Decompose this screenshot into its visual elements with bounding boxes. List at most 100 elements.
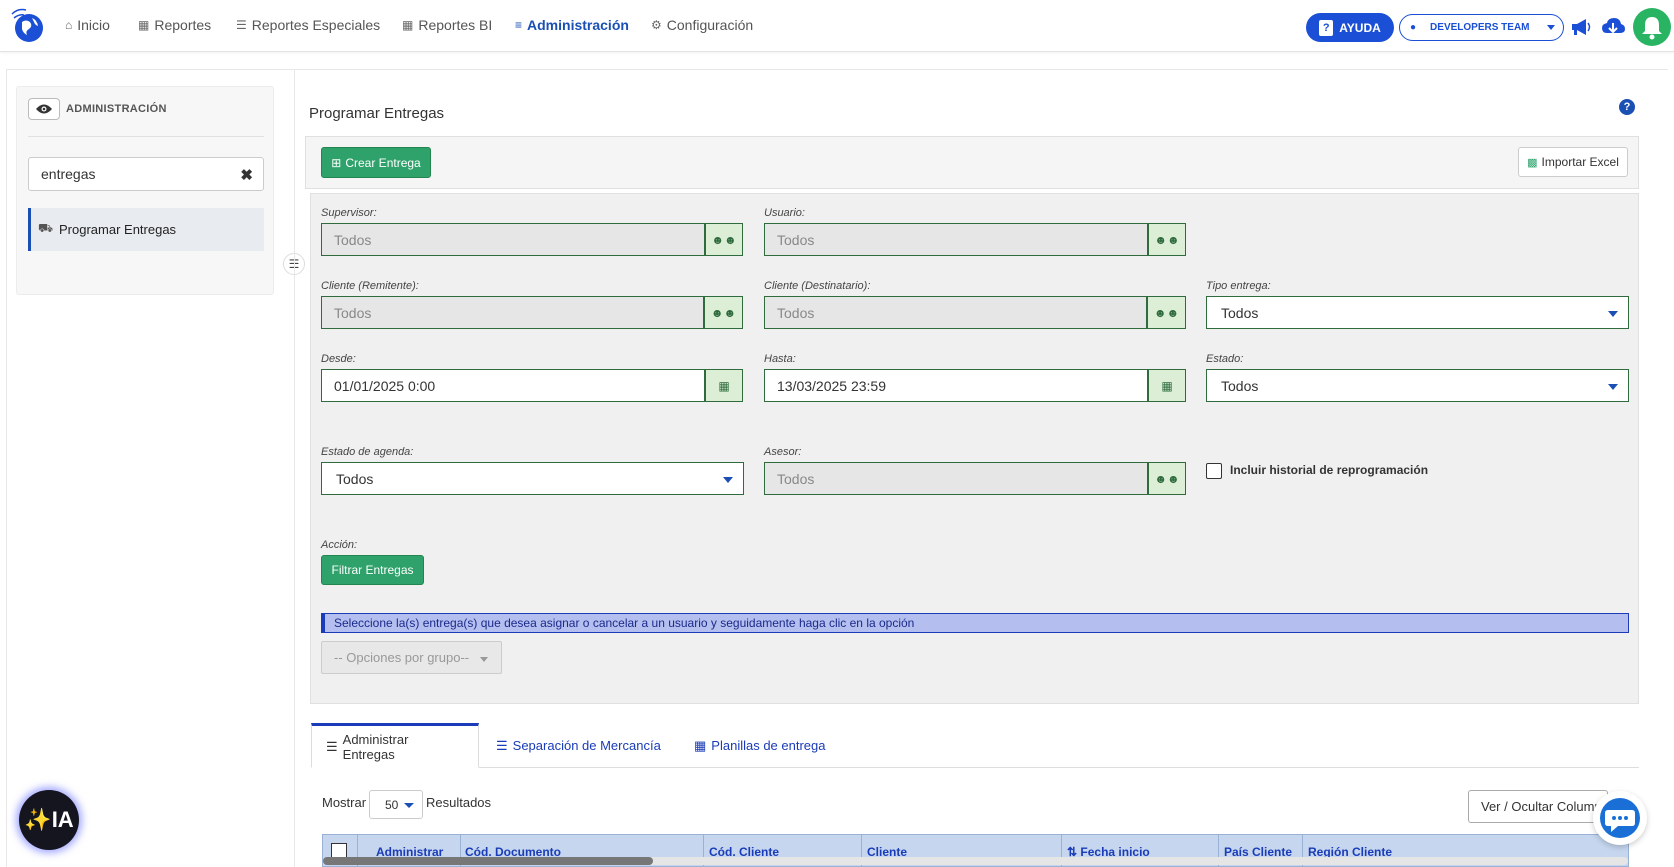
users-icon: ☻☻ [1154, 471, 1180, 486]
group-options-value: -- Opciones por grupo-- [334, 650, 470, 665]
nav-label: Inicio [77, 17, 110, 33]
hasta-input[interactable]: 13/03/2025 23:59 [764, 369, 1148, 402]
supervisor-value: Todos [334, 231, 372, 248]
estado-agenda-label: Estado de agenda: [321, 446, 414, 458]
help-circle-icon[interactable]: ? [1619, 99, 1635, 115]
hasta-calendar-button[interactable]: ▦ [1148, 369, 1186, 402]
group-options-select[interactable]: -- Opciones por grupo-- [321, 641, 502, 674]
cliente-remitente-users-button[interactable]: ☻☻ [704, 296, 743, 329]
calendar-icon: ▦ [1161, 378, 1173, 393]
tipo-entrega-value: Todos [1221, 304, 1259, 321]
tipo-entrega-label: Tipo entrega: [1206, 280, 1271, 292]
excel-file-icon: ▩ [1527, 156, 1538, 169]
cliente-remitente-value: Todos [334, 304, 372, 321]
nav-label: Configuración [666, 17, 754, 33]
asesor-value: Todos [777, 470, 815, 487]
usuario-label: Usuario: [764, 207, 805, 219]
estado-select[interactable]: Todos [1206, 369, 1629, 402]
question-icon: ? [1319, 19, 1334, 36]
estado-agenda-value: Todos [336, 470, 374, 487]
toggle-columns-button[interactable]: Ver / Ocultar Columnas [1468, 790, 1608, 823]
page-size-select[interactable]: 50 [369, 790, 423, 819]
nav-label: Reportes Especiales [251, 17, 381, 33]
eye-icon[interactable] [28, 98, 60, 120]
cloud-download-icon[interactable] [1600, 14, 1626, 40]
tab-administrar-entregas[interactable]: ☰ Administrar Entregas [311, 723, 479, 768]
usuario-input[interactable]: Todos [764, 223, 1148, 256]
asesor-label: Asesor: [764, 446, 802, 458]
historial-checkbox[interactable] [1206, 463, 1222, 479]
asesor-input[interactable]: Todos [764, 462, 1148, 495]
users-icon: ☻☻ [1154, 232, 1180, 247]
nav-inicio[interactable]: ⌂ Inicio [65, 17, 110, 33]
help-button[interactable]: ? AYUDA [1306, 13, 1394, 42]
home-icon: ⌂ [65, 18, 73, 32]
estado-agenda-select[interactable]: Todos [321, 462, 744, 495]
nav-reportes-bi[interactable]: ▦ Reportes BI [402, 17, 492, 33]
chevron-down-icon [1608, 384, 1618, 390]
sidebar-card: ADMINISTRACIÓN entregas ✖ ⛟ Programar En… [16, 86, 274, 295]
globe-logo-icon[interactable] [8, 6, 46, 44]
supervisor-label: Supervisor: [321, 207, 377, 219]
cliente-destinatario-input[interactable]: Todos [764, 296, 1147, 329]
import-excel-button[interactable]: ▩ Importar Excel [1518, 147, 1628, 177]
sidebar-search-input[interactable]: entregas ✖ [28, 157, 264, 191]
usuario-users-button[interactable]: ☻☻ [1148, 223, 1186, 256]
sidebar-item-label: Programar Entregas [59, 222, 177, 237]
top-navbar: ⌂ Inicio ▦ Reportes ☰ Reportes Especiale… [0, 0, 1674, 52]
ai-assistant-button[interactable]: ✨IA [19, 790, 79, 850]
tab-label: Separación de Mercancía [512, 738, 661, 753]
cliente-remitente-input[interactable]: Todos [321, 296, 704, 329]
desde-input[interactable]: 01/01/2025 0:00 [321, 369, 705, 402]
divider [28, 136, 264, 137]
truck-icon: ⛟ [38, 221, 54, 235]
desde-calendar-button[interactable]: ▦ [705, 369, 743, 402]
chevron-down-icon [404, 803, 414, 808]
notifications-button[interactable] [1633, 8, 1671, 46]
cliente-destinatario-value: Todos [777, 304, 815, 321]
page-title: Programar Entregas [309, 105, 445, 122]
tab-label: Planillas de entrega [711, 738, 826, 753]
results-label: Resultados [426, 795, 492, 810]
horizontal-scrollbar-thumb[interactable] [323, 857, 653, 865]
tab-separacion-mercancia[interactable]: ☰ Separación de Mercancía [482, 723, 675, 768]
gear-icon: ⚙ [651, 18, 662, 32]
asesor-users-button[interactable]: ☻☻ [1148, 462, 1186, 495]
sidebar-item-programar-entregas[interactable]: ⛟ Programar Entregas [28, 208, 264, 251]
estado-value: Todos [1221, 377, 1259, 394]
sidebar-title: ADMINISTRACIÓN [66, 103, 167, 115]
tab-label: Administrar Entregas [342, 731, 409, 762]
cliente-destinatario-users-button[interactable]: ☻☻ [1147, 296, 1186, 329]
tipo-entrega-select[interactable]: Todos [1206, 296, 1629, 329]
tab-planillas-entrega[interactable]: ▦ Planillas de entrega [680, 723, 840, 768]
nav-reportes-especiales[interactable]: ☰ Reportes Especiales [236, 17, 380, 33]
users-icon: ☻☻ [710, 305, 737, 320]
list-icon: ☰ [496, 737, 508, 753]
grid-icon: ▦ [694, 737, 707, 753]
actions-panel [305, 136, 1639, 189]
nav-reportes[interactable]: ▦ Reportes [138, 17, 211, 33]
filter-deliveries-button[interactable]: Filtrar Entregas [321, 555, 424, 585]
hasta-label: Hasta: [764, 353, 796, 365]
supervisor-input[interactable]: Todos [321, 223, 705, 256]
nav-label: Reportes [154, 17, 212, 33]
cliente-destinatario-label: Cliente (Destinatario): [764, 280, 871, 292]
nav-administracion[interactable]: ≡ Administración [515, 17, 629, 33]
estado-label: Estado: [1206, 353, 1244, 365]
create-delivery-button[interactable]: ⊞ Crear Entrega [321, 147, 431, 178]
supervisor-users-button[interactable]: ☻☻ [705, 223, 743, 256]
team-selector[interactable]: ● DEVELOPERS TEAM [1399, 14, 1564, 41]
show-label: Mostrar [322, 795, 367, 810]
list-icon: ☰ [326, 738, 338, 754]
chat-button[interactable] [1593, 791, 1647, 845]
nav-configuracion[interactable]: ⚙ Configuración [651, 17, 753, 33]
megaphone-icon[interactable] [1568, 14, 1594, 40]
chat-bubble-icon [1600, 798, 1640, 838]
nav-label: Reportes BI [418, 17, 493, 33]
calendar-icon: ▦ [718, 378, 730, 393]
users-icon: ☻☻ [711, 232, 737, 247]
chevron-down-icon [723, 477, 733, 483]
search-value: entregas [41, 166, 96, 182]
clear-icon[interactable]: ✖ [240, 166, 253, 184]
users-icon: ☻☻ [1153, 305, 1180, 320]
